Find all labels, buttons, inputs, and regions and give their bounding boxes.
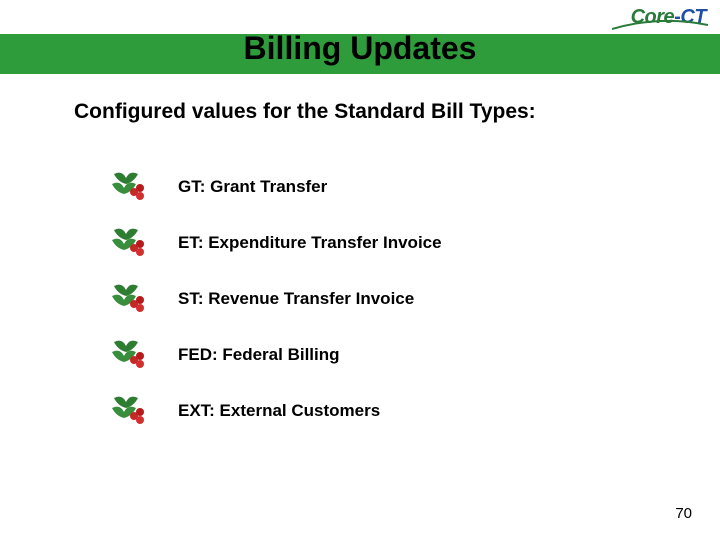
- list-item: FED: Federal Billing: [108, 338, 442, 372]
- logo: Core-CT: [631, 6, 706, 29]
- holly-icon: [108, 338, 148, 372]
- page-title: Billing Updates: [0, 30, 720, 67]
- bill-type-list: GT: Grant Transfer ET: Expenditure Trans…: [108, 170, 442, 450]
- holly-icon: [108, 170, 148, 204]
- slide: Core-CT Billing Updates Configured value…: [0, 0, 720, 540]
- page-number: 70: [675, 505, 692, 522]
- list-item: ST: Revenue Transfer Invoice: [108, 282, 442, 316]
- list-item: ET: Expenditure Transfer Invoice: [108, 226, 442, 260]
- list-item-label: FED: Federal Billing: [178, 345, 340, 365]
- list-item-label: ET: Expenditure Transfer Invoice: [178, 233, 442, 253]
- list-item-label: GT: Grant Transfer: [178, 177, 327, 197]
- list-item-label: ST: Revenue Transfer Invoice: [178, 289, 414, 309]
- list-item: EXT: External Customers: [108, 394, 442, 428]
- subtitle: Configured values for the Standard Bill …: [74, 100, 536, 124]
- holly-icon: [108, 394, 148, 428]
- list-item: GT: Grant Transfer: [108, 170, 442, 204]
- holly-icon: [108, 282, 148, 316]
- holly-icon: [108, 226, 148, 260]
- list-item-label: EXT: External Customers: [178, 401, 380, 421]
